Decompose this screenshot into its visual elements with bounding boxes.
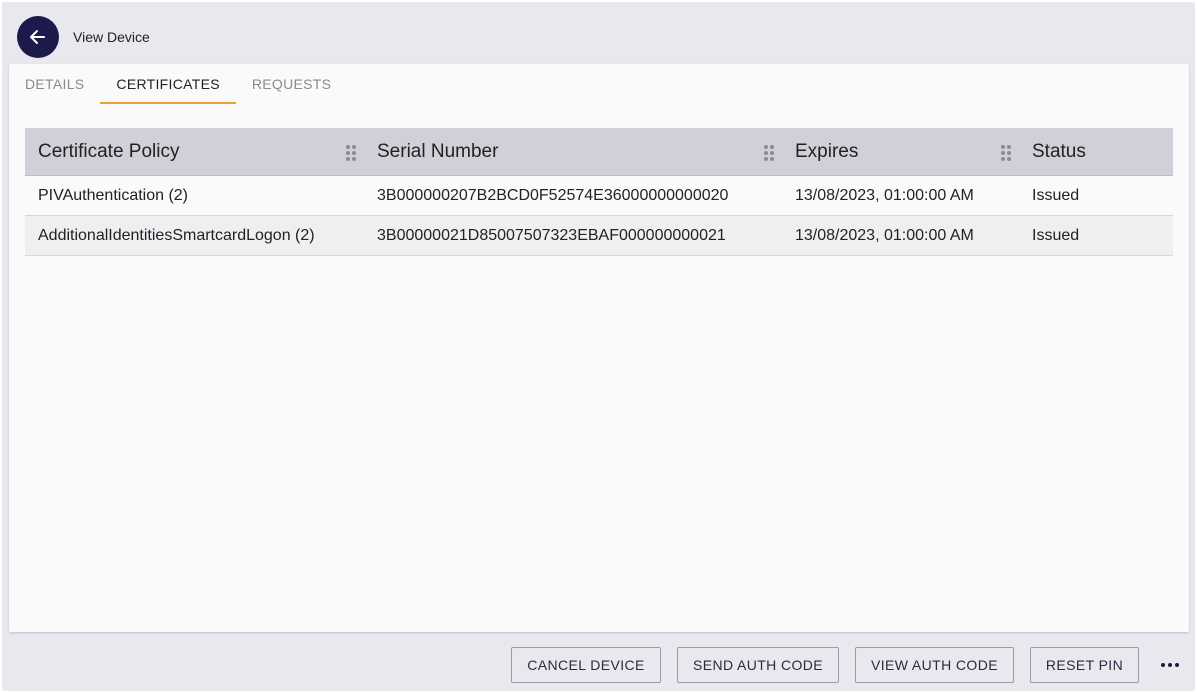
- tab-details[interactable]: DETAILS: [9, 64, 100, 104]
- column-header-label: Serial Number: [377, 140, 499, 162]
- grid-header: Certificate Policy Serial Number Expires…: [25, 128, 1173, 176]
- column-header-serial-number[interactable]: Serial Number: [364, 128, 782, 175]
- column-header-label: Certificate Policy: [38, 140, 180, 162]
- reset-pin-button[interactable]: RESET PIN: [1030, 647, 1139, 683]
- page-title: View Device: [73, 29, 150, 45]
- tab-bar: DETAILS CERTIFICATES REQUESTS: [9, 64, 347, 106]
- cell-expires: 13/08/2023, 01:00:00 AM: [795, 226, 974, 244]
- cell-serial: 3B00000021D85007507323EBAF000000000021: [377, 226, 726, 244]
- drag-handle-icon[interactable]: [346, 145, 356, 161]
- drag-handle-icon[interactable]: [764, 145, 774, 161]
- tab-certificates[interactable]: CERTIFICATES: [100, 64, 237, 104]
- cancel-device-button[interactable]: CANCEL DEVICE: [511, 647, 661, 683]
- send-auth-code-button[interactable]: SEND AUTH CODE: [677, 647, 839, 683]
- column-header-label: Status: [1032, 140, 1086, 162]
- cell-expires: 13/08/2023, 01:00:00 AM: [795, 186, 974, 204]
- cell-status: Issued: [1032, 226, 1080, 244]
- drag-handle-icon[interactable]: [1001, 145, 1011, 161]
- view-device-panel: View Device DETAILS CERTIFICATES REQUEST…: [2, 2, 1195, 691]
- table-row[interactable]: AdditionalIdentitiesSmartcardLogon (2) 3…: [25, 216, 1173, 256]
- column-header-certificate-policy[interactable]: Certificate Policy: [25, 128, 364, 175]
- tab-requests[interactable]: REQUESTS: [236, 64, 347, 104]
- cell-policy: AdditionalIdentitiesSmartcardLogon (2): [38, 226, 315, 244]
- action-bar: CANCEL DEVICE SEND AUTH CODE VIEW AUTH C…: [2, 647, 1195, 685]
- column-header-label: Expires: [795, 140, 859, 162]
- more-horizontal-icon[interactable]: [1158, 655, 1182, 675]
- column-header-expires[interactable]: Expires: [782, 128, 1019, 175]
- cell-status: Issued: [1032, 186, 1080, 204]
- certificates-grid: Certificate Policy Serial Number Expires…: [25, 128, 1173, 256]
- column-header-status[interactable]: Status: [1019, 128, 1173, 175]
- table-row[interactable]: PIVAuthentication (2) 3B000000207B2BCD0F…: [25, 176, 1173, 216]
- cell-policy: PIVAuthentication (2): [38, 186, 189, 204]
- back-button[interactable]: [17, 16, 59, 58]
- cell-serial: 3B000000207B2BCD0F52574E36000000000020: [377, 186, 729, 204]
- content-card: DETAILS CERTIFICATES REQUESTS Certificat…: [9, 64, 1189, 632]
- arrow-left-icon: [30, 30, 45, 44]
- view-auth-code-button[interactable]: VIEW AUTH CODE: [855, 647, 1014, 683]
